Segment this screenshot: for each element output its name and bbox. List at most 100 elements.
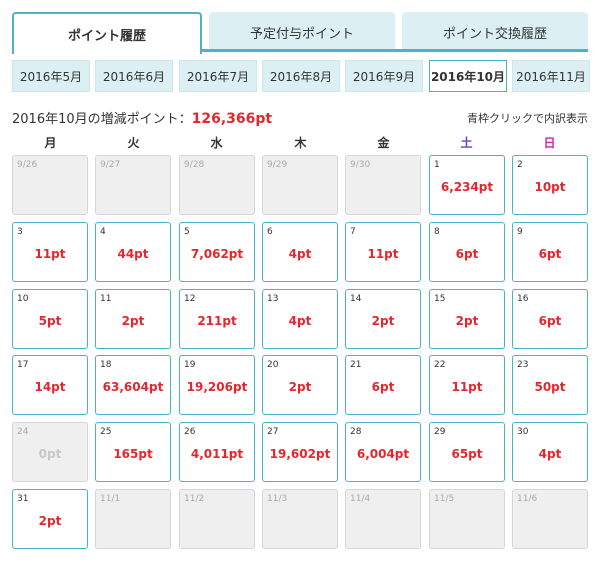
day-points: 63,604pt: [102, 380, 164, 394]
day-points: 2pt: [38, 514, 62, 528]
calendar-day-cell[interactable]: 21 6pt: [345, 355, 421, 415]
day-number: 14: [350, 294, 362, 304]
calendar-day-cell: 11/3: [262, 489, 338, 549]
day-number: 11/6: [517, 494, 538, 504]
day-number: 10: [17, 294, 29, 304]
calendar-day-cell[interactable]: 2 10pt: [512, 155, 588, 215]
calendar-day-cell[interactable]: 31 2pt: [12, 489, 88, 549]
day-points: 44pt: [117, 247, 149, 261]
day-number: 31: [17, 494, 29, 504]
calendar-day-cell[interactable]: 5 7,062pt: [179, 222, 255, 282]
day-points: 14pt: [34, 380, 66, 394]
calendar-day-cell[interactable]: 16 6pt: [512, 289, 588, 349]
day-points: 6pt: [538, 247, 562, 261]
day-number: 7: [350, 227, 356, 237]
calendar-day-cell[interactable]: 23 50pt: [512, 355, 588, 415]
day-points: 2pt: [455, 314, 479, 328]
day-points: 2pt: [121, 314, 145, 328]
day-points: 6pt: [455, 247, 479, 261]
detail-hint: 青枠クリックで内訳表示: [467, 112, 588, 125]
calendar-day-cell[interactable]: 26 4,011pt: [179, 422, 255, 482]
weekday-label: 月: [44, 136, 57, 150]
weekday-label: 土: [460, 136, 473, 150]
calendar-day-cell[interactable]: 25 165pt: [95, 422, 171, 482]
day-number: 2: [517, 160, 523, 170]
calendar-day-cell[interactable]: 13 4pt: [262, 289, 338, 349]
day-number: 12: [184, 294, 196, 304]
day-number: 30: [517, 427, 529, 437]
day-number: 9/29: [267, 160, 288, 170]
calendar-day-cell[interactable]: 8 6pt: [429, 222, 505, 282]
day-number: 11/2: [184, 494, 205, 504]
calendar-day-cell: 9/27: [95, 155, 171, 215]
day-number: 8: [434, 227, 440, 237]
weekday-header: 月火水木金土日: [12, 134, 588, 152]
calendar-day-cell[interactable]: 14 2pt: [345, 289, 421, 349]
month-button[interactable]: 2016年5月: [12, 60, 90, 92]
calendar-day-cell[interactable]: 18 63,604pt: [95, 355, 171, 415]
day-number: 13: [267, 294, 279, 304]
calendar-day-cell[interactable]: 11 2pt: [95, 289, 171, 349]
tab-point-history[interactable]: ポイント履歴: [12, 12, 202, 54]
day-number: 9/27: [100, 160, 121, 170]
day-points: 6pt: [538, 314, 562, 328]
day-points: 19,602pt: [269, 447, 331, 461]
calendar-day-cell[interactable]: 29 65pt: [429, 422, 505, 482]
calendar-day-cell[interactable]: 12 211pt: [179, 289, 255, 349]
day-number: 28: [350, 427, 362, 437]
calendar-day-cell[interactable]: 10 5pt: [12, 289, 88, 349]
month-selector: 2016年5月 2016年6月 2016年7月 2016年8月 2016年9月 2016年…: [12, 60, 590, 92]
tab-exchange-history[interactable]: ポイント交換履歴: [402, 12, 588, 52]
day-number: 26: [184, 427, 196, 437]
calendar-day-cell[interactable]: 1 6,234pt: [429, 155, 505, 215]
day-number: 18: [100, 360, 112, 370]
day-points: 4,011pt: [190, 447, 244, 461]
tab-scheduled-points[interactable]: 予定付与ポイント: [209, 12, 395, 52]
day-number: 9/30: [350, 160, 371, 170]
calendar-day-cell[interactable]: 22 11pt: [429, 355, 505, 415]
calendar-day-cell[interactable]: 20 2pt: [262, 355, 338, 415]
day-points: 0pt: [38, 447, 62, 461]
tab-bar: ポイント履歴 予定付与ポイント ポイント交換履歴: [12, 12, 588, 54]
day-number: 19: [184, 360, 196, 370]
day-points: 2pt: [371, 314, 395, 328]
calendar-day-cell: 11/4: [345, 489, 421, 549]
day-points: 11pt: [451, 380, 483, 394]
day-number: 20: [267, 360, 279, 370]
weekday-label: 金: [377, 136, 390, 150]
day-points: 11pt: [34, 247, 66, 261]
month-button[interactable]: 2016年8月: [262, 60, 340, 92]
calendar-day-cell: 11/5: [429, 489, 505, 549]
calendar-day-cell[interactable]: 19 19,206pt: [179, 355, 255, 415]
calendar-day-cell[interactable]: 3 11pt: [12, 222, 88, 282]
calendar-day-cell[interactable]: 7 11pt: [345, 222, 421, 282]
day-number: 6: [267, 227, 273, 237]
weekday-label: 日: [543, 136, 556, 150]
day-number: 24: [17, 427, 29, 437]
calendar-day-cell[interactable]: 27 19,602pt: [262, 422, 338, 482]
month-button[interactable]: 2016年11月: [512, 60, 590, 92]
calendar-day-cell[interactable]: 4 44pt: [95, 222, 171, 282]
calendar-day-cell[interactable]: 28 6,004pt: [345, 422, 421, 482]
month-button[interactable]: 2016年9月: [345, 60, 423, 92]
calendar-day-cell: 11/2: [179, 489, 255, 549]
day-number: 25: [100, 427, 112, 437]
day-number: 29: [434, 427, 446, 437]
day-number: 5: [184, 227, 190, 237]
calendar-day-cell[interactable]: 6 4pt: [262, 222, 338, 282]
month-button[interactable]: 2016年10月: [429, 60, 507, 92]
day-number: 11/3: [267, 494, 288, 504]
day-number: 11/1: [100, 494, 121, 504]
day-number: 3: [17, 227, 23, 237]
day-number: 15: [434, 294, 446, 304]
calendar-day-cell[interactable]: 17 14pt: [12, 355, 88, 415]
month-button[interactable]: 2016年6月: [95, 60, 173, 92]
day-points: 10pt: [534, 180, 566, 194]
day-points: 19,206pt: [186, 380, 248, 394]
month-button[interactable]: 2016年7月: [179, 60, 257, 92]
calendar-grid: 9/26 9/27 9/28 9/29 9/30 1 6,234pt 2 10pt 3 11pt 4 4…: [12, 155, 588, 555]
calendar-day-cell[interactable]: 15 2pt: [429, 289, 505, 349]
day-points: 2pt: [288, 380, 312, 394]
calendar-day-cell[interactable]: 9 6pt: [512, 222, 588, 282]
calendar-day-cell[interactable]: 30 4pt: [512, 422, 588, 482]
